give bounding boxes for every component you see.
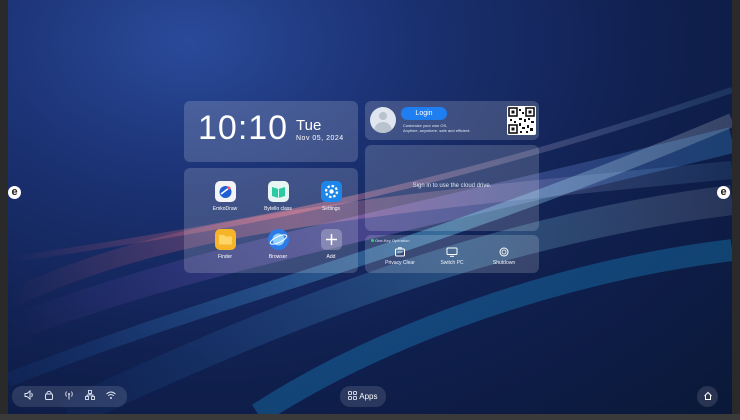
privacy-clear-icon	[394, 247, 406, 257]
bytello-class-icon	[267, 181, 289, 202]
wifi-icon[interactable]	[104, 389, 118, 403]
settings-icon	[320, 181, 342, 202]
bezel-bottom	[0, 414, 740, 420]
avatar[interactable]	[370, 107, 396, 133]
account-tagline: Customize your own OS, Anytime, anywhere…	[403, 123, 493, 133]
app-label: Add	[326, 254, 336, 260]
login-button[interactable]: Login	[401, 107, 447, 120]
qr-code-icon[interactable]	[507, 106, 536, 135]
volume-icon[interactable]	[22, 389, 36, 403]
status-dot	[371, 239, 374, 242]
one-key-title: One-Key Operation	[375, 238, 410, 243]
home-button[interactable]	[697, 386, 718, 407]
app-finder[interactable]: Finder	[198, 229, 252, 260]
apps-grid-icon	[348, 391, 358, 400]
browser-icon	[267, 229, 289, 250]
app-emkodraw[interactable]: EmkoDraw	[198, 181, 252, 212]
side-panel-toggle-left[interactable]: e	[8, 186, 21, 199]
bezel-left	[0, 0, 8, 420]
tagline-line-2: Anytime, anywhere, safe and efficient.	[403, 128, 471, 133]
app-label: Finder	[217, 254, 233, 260]
signal-icon[interactable]	[62, 389, 76, 403]
app-label: Settings	[321, 206, 341, 212]
switch-pc-button[interactable]: Switch PC	[432, 247, 472, 266]
apps-button[interactable]: Apps	[340, 386, 386, 407]
cloud-sign-in-text[interactable]: Sign in to use the cloud drive.	[365, 183, 539, 189]
app-add[interactable]: Add	[304, 229, 358, 260]
shutdown-button[interactable]: Shutdown	[484, 247, 524, 266]
switch-pc-icon	[446, 247, 458, 257]
side-panel-toggle-right[interactable]: e	[717, 186, 730, 199]
quick-settings-bar	[12, 386, 127, 407]
bezel-right	[732, 0, 740, 420]
privacy-clear-label: Privacy Clear	[385, 260, 415, 266]
clock-date: Nov 05, 2024	[296, 135, 344, 142]
shutdown-icon	[498, 247, 510, 257]
add-icon	[320, 229, 342, 250]
app-label: Bytello class	[264, 206, 292, 212]
lock-icon[interactable]	[42, 389, 56, 403]
app-settings[interactable]: Settings	[304, 181, 358, 212]
clock-widget: 10:10 Tue Nov 05, 2024	[184, 101, 358, 162]
cloud-drive-widget[interactable]: Sign in to use the cloud drive.	[365, 145, 539, 231]
app-label: EmkoDraw	[212, 206, 238, 212]
emkodraw-icon	[214, 181, 236, 202]
app-bytello-class[interactable]: Bytello class	[251, 181, 305, 212]
switch-pc-label: Switch PC	[440, 260, 464, 266]
clock-weekday: Tue	[296, 117, 322, 134]
apps-label: Apps	[359, 392, 378, 401]
finder-icon	[214, 229, 236, 250]
app-launcher-widget: EmkoDraw Bytello class Settings Finder B…	[184, 168, 358, 273]
app-label: Browser	[268, 254, 288, 260]
one-key-operation-widget: One-Key Operation Privacy Clear Switch P…	[365, 235, 539, 273]
network-icon[interactable]	[83, 389, 97, 403]
app-browser[interactable]: Browser	[251, 229, 305, 260]
clock-time: 10:10	[198, 109, 289, 147]
shutdown-label: Shutdown	[492, 260, 516, 266]
home-icon	[703, 391, 712, 400]
account-widget: Login Customize your own OS, Anytime, an…	[365, 101, 539, 140]
privacy-clear-button[interactable]: Privacy Clear	[380, 247, 420, 266]
